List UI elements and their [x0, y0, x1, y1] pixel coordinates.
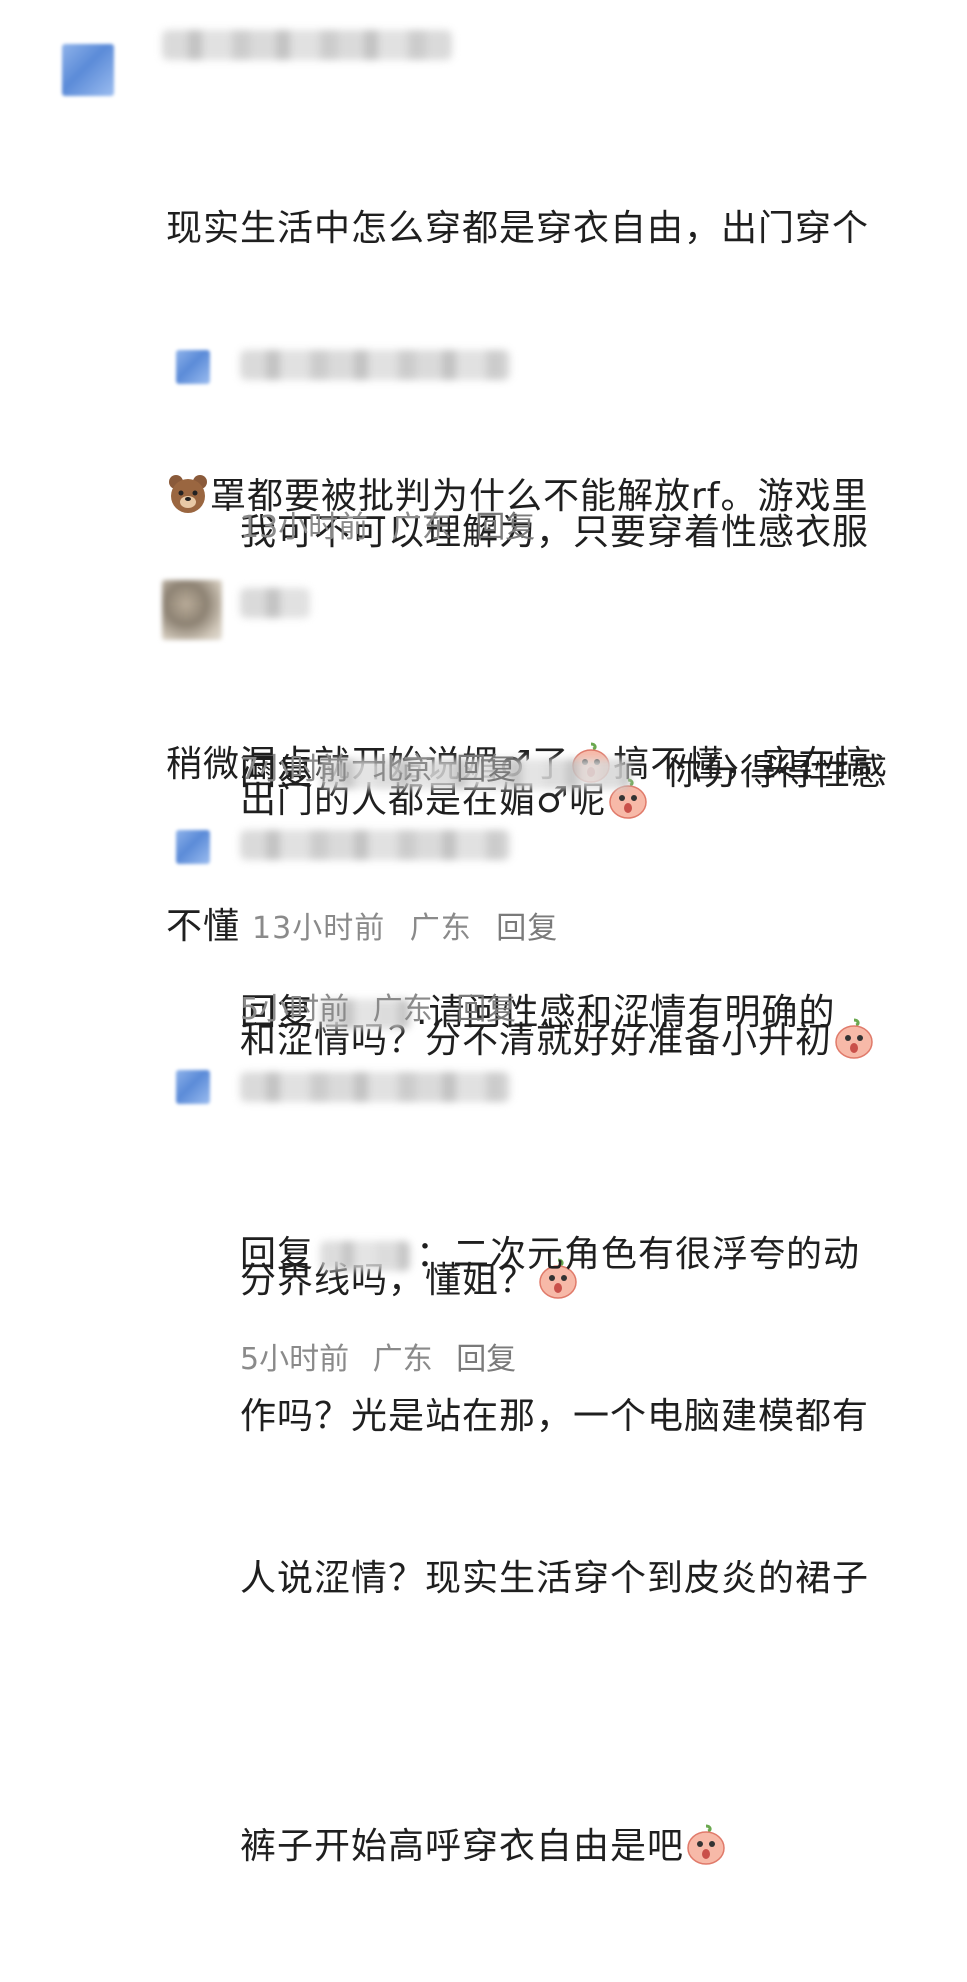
username-blurred[interactable]	[240, 588, 310, 618]
location: 广东	[372, 1342, 433, 1377]
timestamp: 7小时前	[240, 752, 350, 787]
reply-button[interactable]: 回复	[456, 992, 516, 1027]
location: 广东	[372, 992, 433, 1027]
timestamp: 5小时前	[240, 1342, 350, 1377]
username-blurred[interactable]	[240, 830, 510, 860]
comment-meta: 13小时前 广东 回复	[240, 510, 549, 546]
username-blurred[interactable]	[240, 350, 510, 380]
comment-text: 回复 ：二次元角色有很浮夸的动 作吗？光是站在那，一个电脑建模都有 人说涩情？现实…	[240, 1234, 870, 1867]
timestamp: 13小时前	[240, 510, 369, 545]
reply-button[interactable]: 回复	[475, 510, 535, 545]
avatar[interactable]	[162, 580, 222, 640]
comment-meta: 5小时前 广东 回复	[240, 1342, 530, 1378]
avatar[interactable]	[176, 1070, 210, 1104]
reply-button[interactable]: 回复	[456, 752, 516, 787]
avatar[interactable]	[62, 44, 114, 96]
avatar[interactable]	[176, 350, 210, 384]
location: 北京	[372, 752, 433, 787]
timestamp: 5小时前	[240, 992, 350, 1027]
reply-button[interactable]: 回复	[456, 1342, 516, 1377]
comment-meta: 5小时前 广东 回复	[240, 992, 530, 1028]
username-blurred[interactable]	[240, 1072, 510, 1102]
mentioned-user-blurred[interactable]	[320, 1241, 411, 1271]
peach-face-emoji-icon	[684, 1714, 728, 1865]
comment-meta: 7小时前 北京 回复	[240, 752, 530, 788]
username-blurred[interactable]	[162, 30, 452, 60]
avatar[interactable]	[176, 830, 210, 864]
location: 广东	[391, 510, 452, 545]
